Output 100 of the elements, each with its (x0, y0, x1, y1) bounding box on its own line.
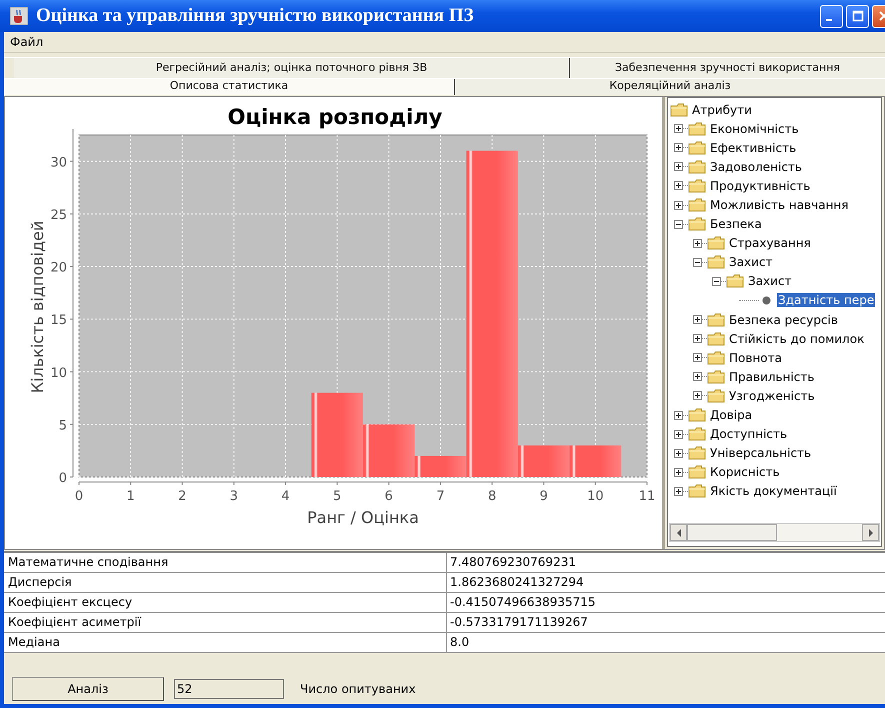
tab[interactable]: Регресійний аналіз; оцінка поточного рівня ЗВ (14, 58, 570, 78)
folder-icon (707, 388, 725, 403)
tree-item[interactable]: Корисність (709, 465, 781, 480)
table-cell: Медіана (4, 633, 447, 652)
x-tick-label: 4 (281, 489, 290, 504)
folder-icon (688, 465, 706, 480)
tree-item[interactable]: Повнота (728, 350, 783, 365)
tree-item[interactable]: Продуктивність (709, 178, 812, 193)
expand-icon[interactable] (674, 143, 683, 152)
tree-item[interactable]: Правильність (728, 370, 816, 384)
scroll-left-button[interactable] (670, 524, 687, 541)
expand-icon[interactable] (674, 200, 683, 210)
folder-icon (688, 217, 706, 232)
tree-item[interactable]: Ефективність (709, 140, 798, 155)
tree-item[interactable]: Атрибути (691, 102, 753, 117)
bar (570, 445, 622, 477)
horizontal-scrollbar[interactable] (669, 523, 880, 542)
expand-icon[interactable] (693, 372, 702, 382)
x-tick-label: 5 (333, 489, 342, 504)
folder-icon (688, 446, 706, 460)
tree-item[interactable]: Довіра (709, 408, 754, 422)
tree-item[interactable]: Універсальність (709, 446, 812, 460)
tree-item[interactable]: Якість документації (709, 484, 838, 498)
tree-item[interactable]: Безпека ресурсів (728, 312, 839, 327)
tree-item[interactable]: Безпека (709, 217, 763, 232)
tree-item[interactable]: Узгодженість (728, 388, 816, 403)
tab[interactable]: Забезпечення зручності використання (570, 58, 885, 78)
maximize-button[interactable] (846, 4, 869, 28)
tree-item[interactable]: Захист (728, 255, 774, 270)
folder-icon (688, 178, 706, 193)
folder-icon (688, 408, 706, 422)
right-arrow-icon (868, 528, 874, 536)
scroll-thumb[interactable] (687, 524, 777, 541)
maximize-icon (852, 10, 864, 22)
y-tick-label: 0 (58, 471, 67, 486)
expand-icon[interactable] (693, 353, 702, 362)
tree-item[interactable]: Здатність пере (777, 293, 876, 308)
tab[interactable]: Описова статистика (4, 79, 455, 95)
folder-icon (688, 427, 706, 442)
folder-icon (707, 332, 725, 346)
y-tick-label: 20 (50, 260, 67, 276)
y-tick-label: 30 (50, 155, 67, 170)
collapse-icon[interactable] (712, 276, 721, 286)
expand-icon[interactable] (674, 486, 683, 496)
table-cell-text: 8.0 (449, 634, 470, 651)
folder-icon (707, 370, 725, 384)
leaf-dot-icon (762, 296, 771, 305)
x-tick-label: 10 (587, 489, 604, 504)
tree-item[interactable]: Стійкість до помилок (728, 332, 866, 346)
expand-icon[interactable] (674, 448, 683, 458)
chart-title: Оцінка розподілу (228, 105, 442, 129)
tab[interactable]: Кореляційний аналіз (455, 79, 885, 95)
expand-icon[interactable] (693, 334, 702, 344)
tree-item[interactable]: Задоволеність (709, 160, 803, 174)
tree-item[interactable]: Доступність (709, 427, 788, 442)
expand-icon[interactable] (693, 315, 702, 324)
minimize-icon (826, 19, 832, 21)
count-field[interactable]: 52 (174, 679, 284, 699)
x-tick-label: 6 (384, 489, 393, 504)
menu-item[interactable]: Файл (8, 35, 46, 49)
x-tick-label: 1 (126, 489, 135, 504)
table-cell-text: -0.5733179171139267 (449, 614, 589, 631)
y-tick-label: 10 (50, 366, 67, 381)
scroll-right-button[interactable] (862, 524, 879, 541)
expand-icon[interactable] (674, 181, 683, 190)
tree-item[interactable]: Можливість навчання (709, 198, 850, 212)
collapse-icon[interactable] (674, 220, 683, 229)
expand-icon[interactable] (693, 238, 702, 248)
folder-icon (688, 140, 706, 155)
table-cell-text: -0.41507496638935715 (449, 594, 597, 611)
analyze-button[interactable]: Аналіз (12, 677, 164, 701)
tree-item[interactable]: Страхування (728, 236, 812, 250)
folder-icon (707, 350, 725, 365)
tree-item[interactable]: Захист (747, 274, 793, 288)
window-title: Оцінка та управління зручністю використання ПЗ (36, 5, 475, 27)
folder-icon (707, 236, 725, 250)
tree-item[interactable]: Економічність (709, 122, 800, 136)
collapse-icon[interactable] (693, 258, 702, 267)
folder-icon (688, 122, 706, 136)
table-cell-text: 1.8623680241327294 (449, 574, 585, 591)
expand-icon[interactable] (674, 124, 683, 134)
minimize-button[interactable] (820, 4, 843, 28)
y-tick-label: 5 (58, 418, 67, 434)
expand-icon[interactable] (674, 430, 683, 439)
expand-icon[interactable] (674, 162, 683, 172)
folder-icon (688, 484, 706, 498)
expand-icon[interactable] (693, 391, 702, 400)
table-cell: Дисперсія (4, 573, 447, 592)
x-tick-label: 9 (540, 489, 548, 504)
folder-icon (707, 312, 725, 327)
coffee-cup-icon (10, 7, 28, 25)
folder-icon (688, 160, 706, 174)
table-cell-text: 7.480769230769231 (449, 554, 577, 571)
x-tick-label: 0 (74, 489, 84, 504)
table-cell: Коефіцієнт асиметрії (4, 613, 447, 632)
expand-icon[interactable] (674, 410, 683, 420)
y-axis-label: Кількість відповідей (28, 220, 47, 394)
count-label: Число опитуваних (300, 682, 416, 696)
x-tick-label: 11 (638, 489, 656, 504)
expand-icon[interactable] (674, 468, 683, 477)
